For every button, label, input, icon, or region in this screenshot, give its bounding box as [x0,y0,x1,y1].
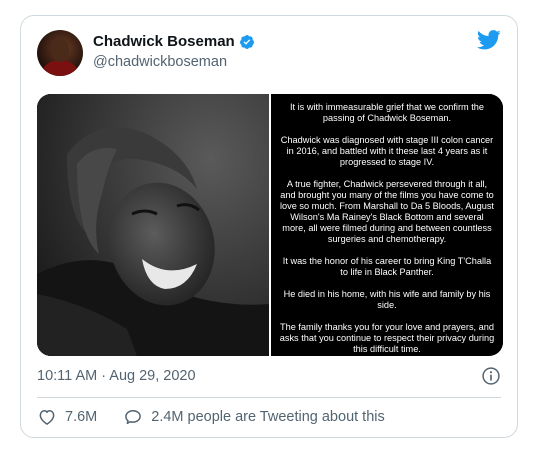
author-handle[interactable]: @chadwickboseman [93,54,227,70]
heart-icon [39,410,55,425]
conversation-button[interactable]: 2.4M people are Tweeting about this [123,407,385,427]
speech-bubble-icon [125,410,142,425]
verified-badge-icon [239,34,254,49]
tweet-media[interactable]: It is with immeasurable grief that we co… [37,94,503,356]
portrait-photo[interactable] [37,94,269,356]
statement-paragraph: It was the honor of his career to bring … [282,256,492,277]
info-icon[interactable] [481,366,501,386]
statement-paragraph: Chadwick was diagnosed with stage III co… [280,135,494,167]
tweet-actions: 7.6M 2.4M people are Tweeting about this [37,407,385,427]
statement-paragraph: The family thanks you for your love and … [279,322,495,354]
twitter-bird-icon[interactable] [477,30,501,50]
like-count: 7.6M [65,409,98,425]
divider [37,397,501,398]
statement-paragraph: A true fighter, Chadwick persevered thro… [280,179,494,244]
tweet-card: Chadwick Boseman @chadwickboseman It is … [20,15,518,438]
like-button[interactable]: 7.6M [37,407,97,427]
avatar[interactable] [37,30,83,76]
statement-paragraph: He died in his home, with his wife and f… [283,289,491,310]
tweet-timestamp[interactable]: 10:11 AM · Aug 29, 2020 [37,368,196,384]
author-name-row[interactable]: Chadwick Boseman [93,33,255,50]
statement-paragraph: It is with immeasurable grief that we co… [289,102,485,123]
portrait-image [37,94,269,356]
statement-image[interactable]: It is with immeasurable grief that we co… [271,94,503,356]
author-display-name[interactable]: Chadwick Boseman [93,33,235,50]
conversation-label: 2.4M people are Tweeting about this [151,409,385,425]
